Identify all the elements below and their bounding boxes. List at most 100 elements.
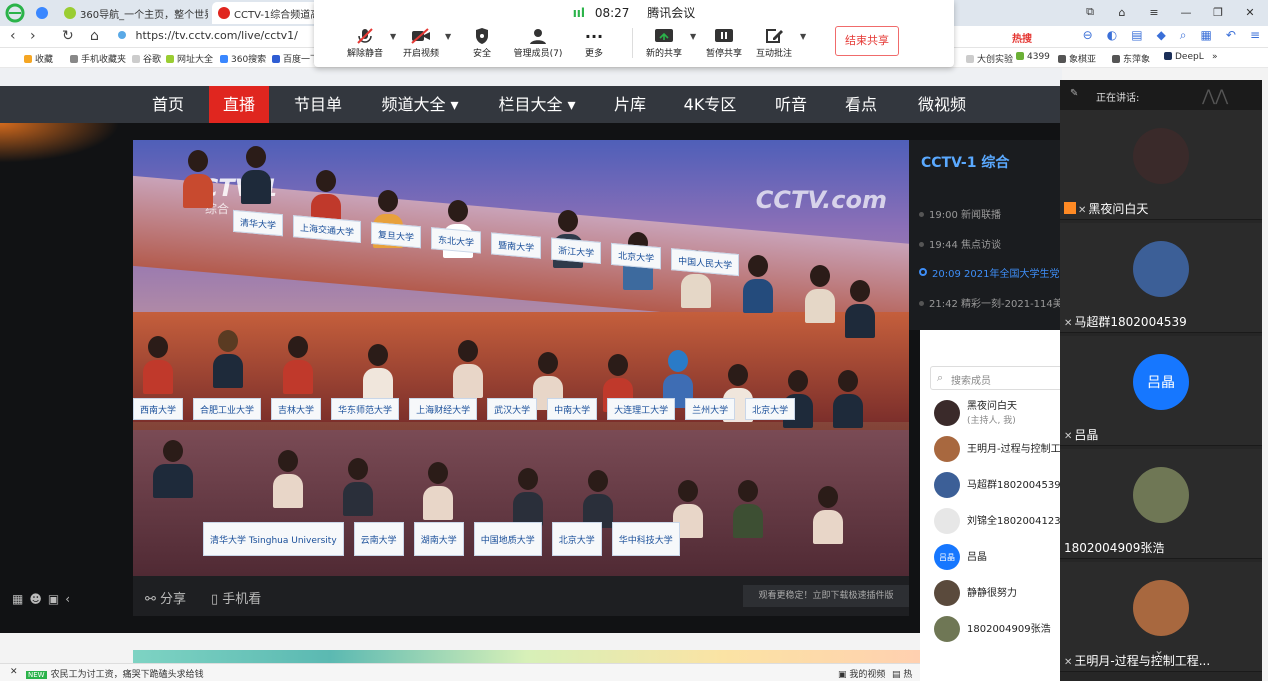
start-video-button[interactable]: 开启视频: [389, 26, 453, 59]
news-ticker[interactable]: NEW 农民工为讨工资，痛哭下跪磕头求给钱: [26, 667, 204, 680]
nav-highlights[interactable]: 看点: [834, 86, 888, 123]
annotate-options-icon[interactable]: ▼: [800, 32, 806, 41]
end-share-button[interactable]: 结束共享: [835, 26, 899, 56]
more-button[interactable]: ··· 更多: [562, 26, 626, 60]
tencent-meeting-logo-icon: ⋀⋀: [1202, 86, 1229, 105]
nav-library[interactable]: 片库: [603, 86, 657, 123]
bookmark-item[interactable]: 4399: [1016, 52, 1050, 62]
bookmark-item[interactable]: 手机收藏夹: [70, 52, 126, 65]
undo-icon[interactable]: ↶: [1226, 28, 1236, 43]
share-button[interactable]: ⚯ 分享: [145, 588, 186, 607]
browser-logo-icon: [5, 3, 25, 23]
program-item[interactable]: 19:44 焦点访谈: [919, 236, 1001, 251]
audience-member: [273, 450, 303, 508]
page-icon: [966, 55, 974, 63]
hot-link[interactable]: ▤ 热点: [892, 667, 920, 681]
minimize-icon[interactable]: —: [1172, 6, 1200, 19]
speaking-indicator: ✎ 正在讲话: ⋀⋀: [1060, 80, 1262, 110]
bookmark-item[interactable]: 象棋亚: [1058, 52, 1096, 65]
bookmark-item[interactable]: 收藏: [24, 52, 53, 65]
nav-audio[interactable]: 听音: [764, 86, 818, 123]
member-item[interactable]: 静静很努力: [934, 578, 1064, 608]
participant-tile[interactable]: ✕ 王明月-过程与控制工程... ⌄: [1060, 562, 1262, 672]
avatar: 吕晶: [1133, 354, 1189, 410]
program-item[interactable]: 19:00 新闻联播: [919, 206, 1001, 221]
extension-icon[interactable]: ◐: [1107, 28, 1117, 43]
scrollbar-track[interactable]: [1262, 80, 1268, 681]
nav-schedule[interactable]: 节目单: [283, 86, 353, 123]
avatar: [1133, 467, 1189, 523]
member-item[interactable]: 吕晶 吕晶: [934, 542, 1064, 572]
unmute-button[interactable]: 解除静音: [333, 26, 397, 59]
collapse-icon[interactable]: ‹: [65, 592, 70, 606]
chat-icon[interactable]: ▣: [48, 592, 59, 606]
skin-icon[interactable]: ⌂: [1108, 6, 1136, 19]
university-banners-row3: 清华大学 Tsinghua University 云南大学 湖南大学 中国地质大…: [203, 522, 680, 556]
browser-tab-360[interactable]: 360导航_一个主页，整个世界: [58, 2, 208, 24]
security-button[interactable]: 安全: [450, 26, 514, 59]
audience-member: [343, 458, 373, 516]
nav-live[interactable]: 直播: [209, 86, 269, 123]
browser-tab-cctv[interactable]: CCTV-1综合频道高清直播: [212, 2, 322, 24]
restore-icon[interactable]: ❐: [1204, 6, 1232, 19]
menu-icon[interactable]: ≡: [1140, 6, 1168, 19]
participant-tile[interactable]: 吕晶 ✕ 吕晶: [1060, 336, 1262, 446]
apps-grid-icon[interactable]: ▦: [12, 592, 23, 606]
search-engine-icon[interactable]: ⊖: [1083, 28, 1093, 43]
forward-icon[interactable]: ›: [30, 28, 36, 44]
nav-columns[interactable]: 栏目大全 ▾: [487, 86, 587, 123]
avatar: [1133, 128, 1189, 184]
my-videos-link[interactable]: ▣ 我的视频: [838, 667, 885, 680]
member-item[interactable]: 刘锦全18020041232: [934, 506, 1064, 536]
bookmark-item[interactable]: 360搜索: [220, 52, 266, 65]
bookmark-item[interactable]: DeepL: [1164, 52, 1204, 62]
manage-members-button[interactable]: 管理成员(7): [506, 26, 570, 59]
hot-search-link[interactable]: 热搜: [1012, 30, 1032, 45]
bookmarks-more[interactable]: »: [1212, 52, 1218, 62]
chevron-down-icon[interactable]: ⌄: [1154, 643, 1164, 657]
new-share-button[interactable]: 新的共享: [632, 26, 696, 59]
participant-tile[interactable]: ✕ 黑夜问白天: [1060, 110, 1262, 220]
url-field[interactable]: https://tv.cctv.com/live/cctv1/: [118, 29, 318, 45]
chess-icon: [1112, 55, 1120, 63]
browser-menu-icon[interactable]: ≡: [1250, 28, 1260, 43]
bookmark-item[interactable]: 谷歌: [132, 52, 161, 65]
program-item[interactable]: 21:42 精彩一刻-2021-114美...: [919, 295, 1072, 310]
member-item[interactable]: 马超群1802004539: [934, 470, 1064, 500]
nav-channels[interactable]: 频道大全 ▾: [370, 86, 470, 123]
audience-member: [363, 344, 393, 402]
back-icon[interactable]: ‹: [10, 28, 16, 44]
translate-icon[interactable]: ▤: [1131, 28, 1142, 43]
refresh-icon[interactable]: ↻: [62, 28, 74, 44]
nav-4k[interactable]: 4K专区: [674, 86, 746, 123]
face-icon[interactable]: ☻: [29, 592, 42, 606]
plugin-download-tip[interactable]: 观看更稳定！立即下载极速插件版: [743, 585, 909, 607]
participant-tile[interactable]: ✕ 马超群1802004539: [1060, 223, 1262, 333]
mobile-watch-button[interactable]: ▯ 手机看: [211, 588, 261, 607]
nav-home[interactable]: 首页: [138, 86, 198, 123]
program-item-live[interactable]: 20:09 2021年全国大学生党...: [919, 265, 1069, 280]
bookmark-item[interactable]: 大创实验: [966, 52, 1013, 65]
chess-icon: [1058, 55, 1066, 63]
bookmark-item[interactable]: 百度一下: [272, 52, 319, 65]
search-icon[interactable]: ⌕: [1180, 28, 1187, 43]
bookmark-item[interactable]: 网址大全: [166, 52, 213, 65]
apps-icon[interactable]: ▦: [1201, 28, 1212, 43]
tab-count-icon[interactable]: ⧉: [1076, 5, 1104, 19]
bookmark-item[interactable]: 东萍象: [1112, 52, 1150, 65]
meeting-time: 08:27: [594, 6, 630, 20]
shield-extension-icon[interactable]: ◆: [1157, 28, 1166, 43]
member-item[interactable]: 黑夜问白天 (主持人, 我): [934, 398, 1064, 428]
avatar: [934, 508, 960, 534]
nav-micro-video[interactable]: 微视频: [906, 86, 978, 123]
audience-member: [833, 370, 863, 428]
member-item[interactable]: 王明月-过程与控制工程...: [934, 434, 1064, 464]
member-item[interactable]: 1802004909张浩: [934, 614, 1064, 644]
participant-tile[interactable]: 1802004909张浩: [1060, 449, 1262, 559]
close-icon[interactable]: ✕: [1236, 6, 1264, 19]
member-search-input[interactable]: ⌕ 搜索成员: [930, 366, 1065, 390]
live-video-player[interactable]: CCTV 1 综合 CCTV.com 清华大学 上海交通大学 复旦大学 东北大学…: [133, 140, 909, 576]
home-icon[interactable]: ⌂: [90, 28, 99, 44]
annotate-button[interactable]: 互动批注: [742, 26, 806, 59]
status-settings-icon[interactable]: ✕: [10, 667, 18, 677]
